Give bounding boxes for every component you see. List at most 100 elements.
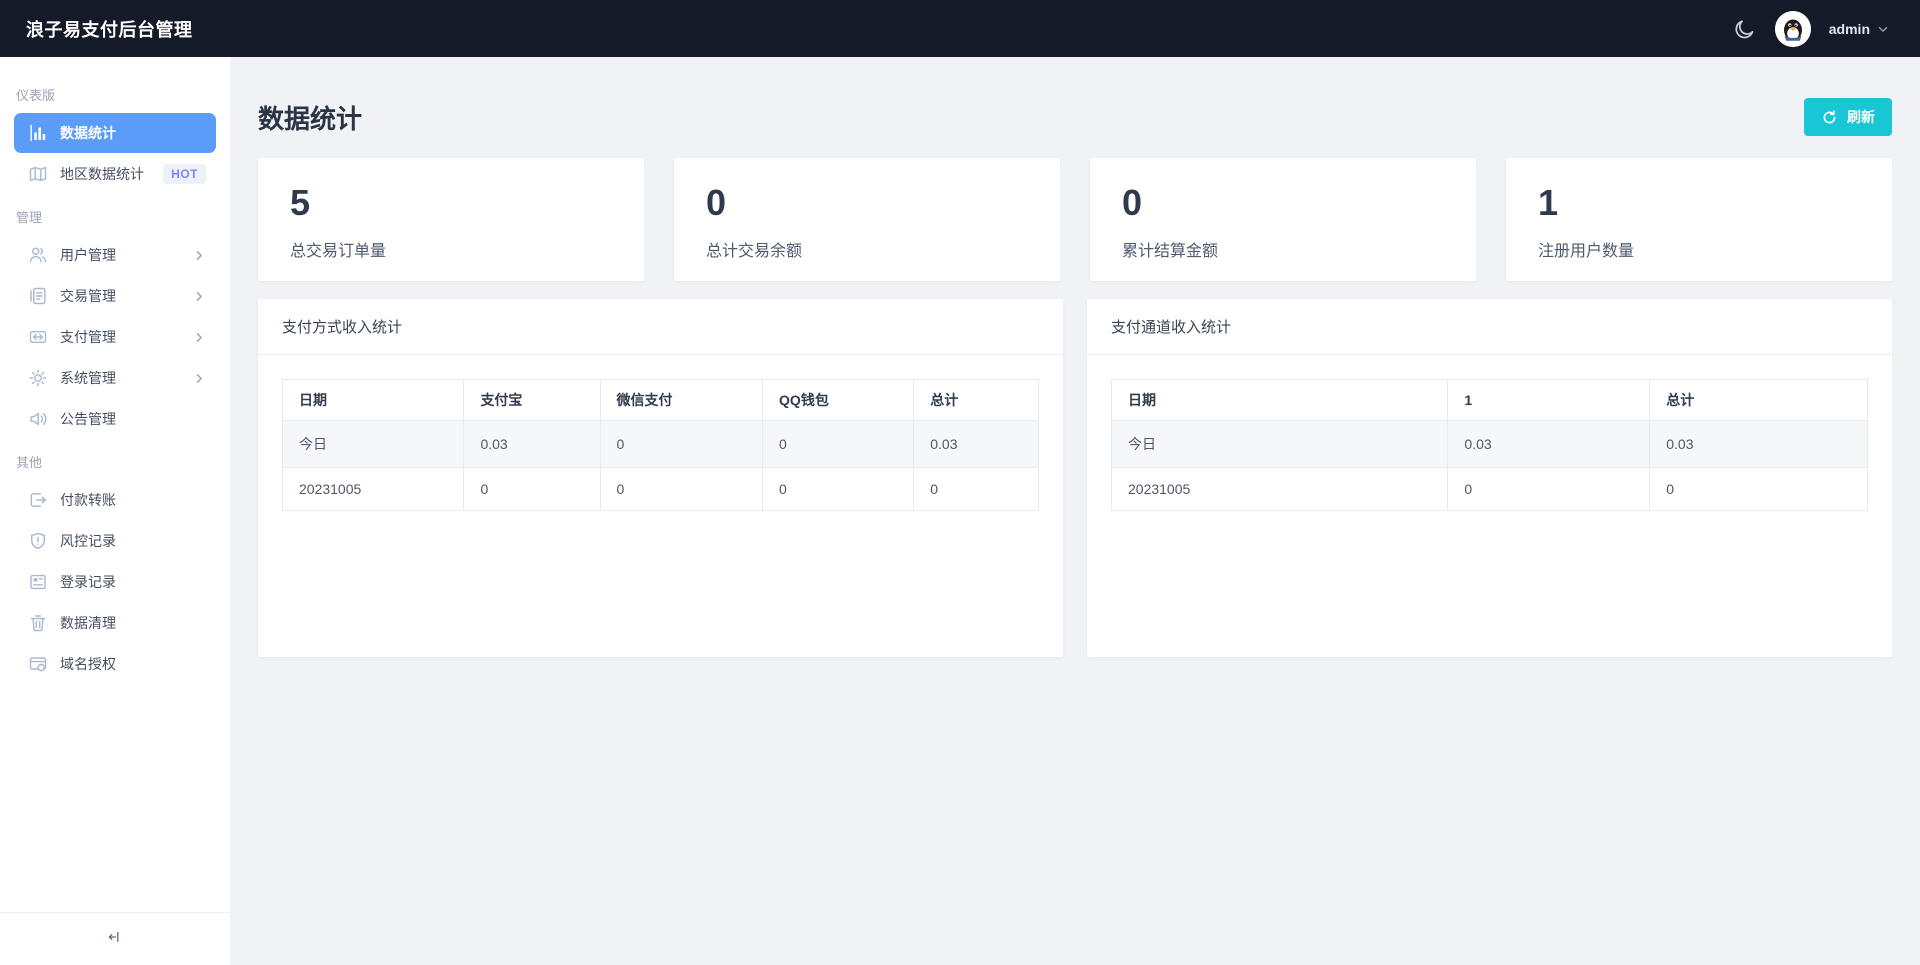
stat-card: 5 总交易订单量 bbox=[258, 158, 644, 281]
income-table: 日期 1 总计 今日 0.03 0.03 20231005 0 0 bbox=[1110, 379, 1868, 511]
table-cell: 0.03 bbox=[1447, 420, 1651, 468]
main-content: 数据统计 刷新 5 总交易订单量 0 总计交易余额 0 累计结算金额 1 注册用户数量 支付方… bbox=[230, 57, 1920, 965]
table-header-cell: 日期 bbox=[281, 379, 465, 421]
table-card-title: 支付通道收入统计 bbox=[1087, 299, 1892, 355]
stat-value: 1 bbox=[1538, 182, 1559, 223]
sidebar-item-label: 数据统计 bbox=[60, 125, 116, 141]
transfer-icon bbox=[28, 327, 48, 347]
table-card-body: 日期 1 总计 今日 0.03 0.03 20231005 0 0 bbox=[1087, 355, 1892, 535]
stat-value: 0 bbox=[706, 182, 727, 223]
collapse-left-icon bbox=[107, 929, 123, 950]
income-tables: 支付方式收入统计 日期 支付宝 微信支付 QQ钱包 总计 今日 0.03 0 0 0.03 20231… bbox=[258, 299, 1892, 657]
sidebar-item-map[interactable]: 地区数据统计 HOT bbox=[14, 154, 216, 194]
header-right: admin bbox=[1733, 10, 1890, 47]
table-cell: 0 bbox=[463, 467, 601, 511]
sidebar-item-label: 用户管理 bbox=[60, 247, 116, 263]
income-table-card: 支付方式收入统计 日期 支付宝 微信支付 QQ钱包 总计 今日 0.03 0 0 0.03 20231… bbox=[258, 299, 1063, 657]
table-cell: 0 bbox=[599, 420, 764, 468]
sidebar-item-label: 系统管理 bbox=[60, 370, 116, 386]
sidebar: 仪表版数据统计地区数据统计 HOT 管理用户管理交易管理支付管理系统管理公告管理其他… bbox=[0, 57, 230, 965]
sidebar-item-transfer[interactable]: 支付管理 bbox=[14, 317, 216, 357]
sidebar-item-label: 交易管理 bbox=[60, 288, 116, 304]
table-header-cell: 微信支付 bbox=[599, 379, 764, 421]
map-icon bbox=[28, 164, 48, 184]
refresh-label: 刷新 bbox=[1847, 109, 1875, 125]
sidebar-item-label: 域名授权 bbox=[60, 656, 116, 672]
bar-chart-icon bbox=[28, 123, 48, 143]
table-card-body: 日期 支付宝 微信支付 QQ钱包 总计 今日 0.03 0 0 0.03 20231005 0 0 0 0 bbox=[258, 355, 1063, 535]
domain-icon bbox=[28, 654, 48, 674]
sidebar-item-trash[interactable]: 数据清理 bbox=[14, 603, 216, 643]
income-table-card: 支付通道收入统计 日期 1 总计 今日 0.03 0.03 20231005 0 0 bbox=[1087, 299, 1892, 657]
chevron-right-icon bbox=[193, 372, 206, 385]
sidebar-item-domain[interactable]: 域名授权 bbox=[14, 644, 216, 684]
stat-label: 总计交易余额 bbox=[706, 242, 803, 260]
chevron-right-icon bbox=[193, 331, 206, 344]
stat-label: 总交易订单量 bbox=[290, 242, 387, 260]
sidebar-section-label: 其他 bbox=[16, 455, 43, 470]
sidebar-section-label: 管理 bbox=[16, 210, 43, 225]
table-header-cell: 总计 bbox=[1649, 379, 1868, 421]
table-row: 今日 0.03 0 0 0.03 bbox=[281, 420, 1039, 468]
stat-card: 1 注册用户数量 bbox=[1506, 158, 1892, 281]
users-icon bbox=[28, 245, 48, 265]
document-icon bbox=[28, 286, 48, 306]
hot-badge: HOT bbox=[163, 164, 206, 184]
table-cell: 0.03 bbox=[913, 420, 1039, 468]
table-row: 20231005 0 0 0 0 bbox=[281, 467, 1039, 511]
user-avatar[interactable] bbox=[1774, 10, 1811, 47]
table-cell: 0 bbox=[762, 467, 915, 511]
refresh-button[interactable]: 刷新 bbox=[1804, 98, 1892, 136]
username: admin bbox=[1828, 20, 1870, 37]
moon-icon[interactable] bbox=[1733, 17, 1757, 41]
sidebar-item-users[interactable]: 用户管理 bbox=[14, 235, 216, 275]
table-cell: 0.03 bbox=[463, 420, 601, 468]
table-header-row: 日期 1 总计 bbox=[1110, 379, 1868, 421]
sidebar-item-login-log[interactable]: 登录记录 bbox=[14, 562, 216, 602]
table-cell: 20231005 bbox=[1110, 467, 1449, 511]
page-title: 数据统计 bbox=[258, 103, 363, 134]
table-row: 今日 0.03 0.03 bbox=[1110, 420, 1868, 468]
refresh-icon bbox=[1821, 109, 1838, 126]
table-cell: 0.03 bbox=[1649, 420, 1868, 468]
chevron-down-icon bbox=[1876, 22, 1890, 36]
table-header-cell: 支付宝 bbox=[463, 379, 601, 421]
sidebar-menu: 仪表版数据统计地区数据统计 HOT 管理用户管理交易管理支付管理系统管理公告管理其他… bbox=[0, 57, 230, 912]
chevron-right-icon bbox=[193, 290, 206, 303]
sidebar-item-label: 付款转账 bbox=[60, 492, 116, 508]
stat-cards: 5 总交易订单量 0 总计交易余额 0 累计结算金额 1 注册用户数量 bbox=[258, 158, 1892, 281]
table-header-row: 日期 支付宝 微信支付 QQ钱包 总计 bbox=[281, 379, 1039, 421]
sidebar-item-bar-chart[interactable]: 数据统计 bbox=[14, 113, 216, 153]
sidebar-item-label: 数据清理 bbox=[60, 615, 116, 631]
table-cell: 0 bbox=[1649, 467, 1868, 511]
sidebar-collapse-button[interactable] bbox=[0, 912, 230, 965]
stat-value: 0 bbox=[1122, 182, 1143, 223]
sidebar-item-announcement[interactable]: 公告管理 bbox=[14, 399, 216, 439]
announcement-icon bbox=[28, 409, 48, 429]
user-menu[interactable]: admin bbox=[1829, 21, 1890, 37]
sidebar-item-document[interactable]: 交易管理 bbox=[14, 276, 216, 316]
sidebar-item-label: 公告管理 bbox=[60, 411, 116, 427]
sidebar-item-gear[interactable]: 系统管理 bbox=[14, 358, 216, 398]
sidebar-section-label: 仪表版 bbox=[16, 88, 56, 103]
table-cell: 0 bbox=[599, 467, 764, 511]
sidebar-item-shield-alert[interactable]: 风控记录 bbox=[14, 521, 216, 561]
stat-card: 0 总计交易余额 bbox=[674, 158, 1060, 281]
table-cell: 0 bbox=[762, 420, 915, 468]
stat-value: 5 bbox=[290, 182, 311, 223]
sidebar-item-payout[interactable]: 付款转账 bbox=[14, 480, 216, 520]
app-title: 浪子易支付后台管理 bbox=[26, 19, 193, 40]
sidebar-item-label: 地区数据统计 bbox=[60, 166, 144, 182]
table-cell: 今日 bbox=[1110, 420, 1449, 468]
shield-alert-icon bbox=[28, 531, 48, 551]
app-header: 浪子易支付后台管理 admin bbox=[0, 0, 1920, 57]
table-card-title: 支付方式收入统计 bbox=[258, 299, 1063, 355]
sidebar-item-label: 登录记录 bbox=[60, 574, 116, 590]
login-log-icon bbox=[28, 572, 48, 592]
table-header-cell: 总计 bbox=[913, 379, 1039, 421]
table-header-cell: 1 bbox=[1447, 379, 1651, 421]
trash-icon bbox=[28, 613, 48, 633]
page-head: 数据统计 刷新 bbox=[258, 98, 1892, 136]
sidebar-item-label: 支付管理 bbox=[60, 329, 116, 345]
payout-icon bbox=[28, 490, 48, 510]
